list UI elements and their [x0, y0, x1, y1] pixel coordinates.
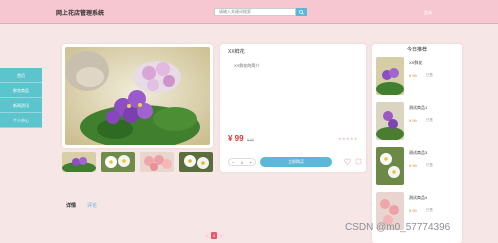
buy-now-button[interactable]: 立即购买 — [260, 157, 332, 167]
thumbnail-strip — [62, 152, 227, 172]
recommend-item-image[interactable] — [376, 57, 404, 95]
qty-value[interactable]: 1 — [241, 160, 243, 165]
sidebar-item-flowers[interactable]: 鲜花商品 — [0, 83, 42, 98]
recommend-item-price: ¥ 99 — [409, 208, 417, 213]
search-input[interactable]: 请输入关键词搜索 — [214, 8, 296, 16]
product-old-price: ¥ 99 — [247, 138, 254, 142]
recommend-item-image[interactable] — [376, 102, 404, 140]
search-icon — [299, 9, 304, 15]
recommend-item-price: ¥ 99 — [409, 163, 417, 168]
list-item[interactable]: XX鲜花 ¥ 99 已售 — [376, 57, 458, 97]
product-description: XX鲜花的简介 — [234, 63, 260, 68]
list-item[interactable]: 测试商品3 ¥ 99 已售 — [376, 147, 458, 187]
qty-plus-button[interactable]: + — [250, 160, 252, 165]
login-link[interactable]: 登录 — [424, 10, 432, 16]
recommend-item-price: ¥ 99 — [409, 118, 417, 123]
recommend-title: 今日推荐 — [406, 47, 427, 53]
side-nav: 首页 鲜花商品 新闻资讯 个人中心 — [0, 68, 42, 128]
recommend-item-name: 测试商品1 — [409, 105, 428, 110]
quantity-stepper[interactable]: − 1 + — [228, 158, 256, 166]
thumbnail-image[interactable] — [179, 152, 213, 172]
thumbnail-image[interactable] — [101, 152, 135, 172]
sidebar-item-profile[interactable]: 个人中心 — [0, 113, 42, 128]
detail-tabs: 详情 评论 — [62, 202, 162, 212]
watermark: CSDN @m0_57774396 — [345, 222, 451, 233]
recommend-item-image[interactable] — [376, 147, 404, 185]
product-gallery — [62, 44, 213, 148]
product-price: ¥ 99 — [228, 134, 244, 143]
recommend-item-price: ¥ 99 — [409, 73, 417, 78]
qty-minus-button[interactable]: − — [232, 160, 234, 165]
tab-detail[interactable]: 详情 — [66, 202, 76, 209]
recommend-item-sales: 已售 — [426, 208, 433, 212]
recommend-item-name: 测试商品3 — [409, 150, 428, 155]
favorite-icon[interactable] — [344, 158, 351, 165]
sidebar-item-news[interactable]: 新闻资讯 — [0, 98, 42, 113]
recommend-panel: 今日推荐 XX鲜花 ¥ 99 已售 测试商品1 ¥ 99 已售 测试商品3 ¥ … — [372, 44, 462, 243]
recommend-item-name: XX鲜花 — [409, 60, 423, 65]
site-title: 网上花店管理系统 — [56, 11, 105, 17]
search-button[interactable] — [296, 8, 307, 16]
prev-page-button[interactable]: ‹ — [204, 232, 210, 239]
recommend-item-sales: 已售 — [426, 73, 433, 77]
thumbnail-image[interactable] — [62, 152, 96, 172]
rating-stars: ★★★★★ — [338, 136, 358, 141]
thumbnail-image[interactable] — [140, 152, 174, 172]
tab-comments[interactable]: 评论 — [87, 202, 97, 209]
recommend-item-name: 测试商品4 — [409, 195, 428, 200]
product-detail-panel: XX鲜花 XX鲜花的简介 ¥ 99 ¥ 99 ★★★★★ − 1 + 立即购买 — [220, 44, 366, 172]
current-page-button[interactable]: 1 — [211, 232, 217, 239]
list-item[interactable]: 测试商品1 ¥ 99 已售 — [376, 102, 458, 142]
recommend-item-sales: 已售 — [426, 163, 433, 167]
product-main-image — [65, 47, 210, 145]
collect-icon[interactable] — [355, 158, 362, 165]
next-page-button[interactable]: › — [218, 232, 224, 239]
top-bar: 网上花店管理系统 请输入关键词搜索 登录 — [0, 0, 498, 24]
recommend-item-sales: 已售 — [426, 118, 433, 122]
product-title: XX鲜花 — [228, 49, 245, 55]
sidebar-item-home[interactable]: 首页 — [0, 68, 42, 83]
